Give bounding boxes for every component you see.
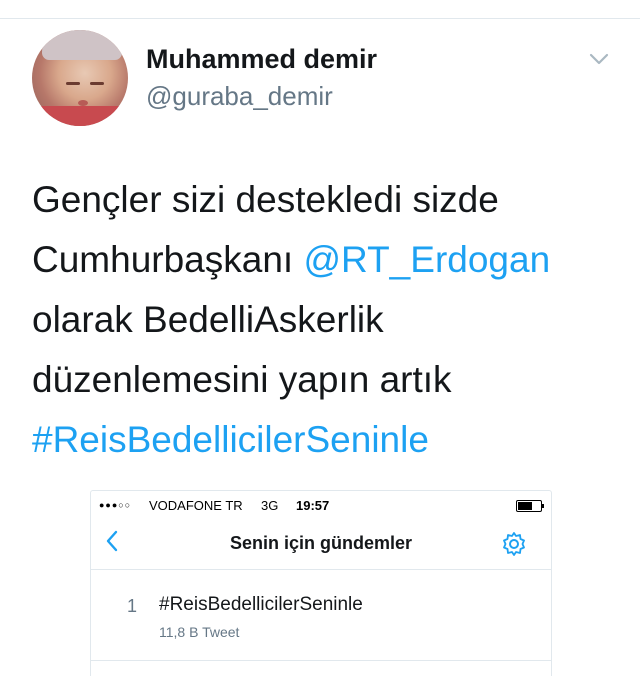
avatar-cloth <box>32 106 128 126</box>
network-type: 3G <box>261 498 279 513</box>
gear-icon[interactable] <box>501 531 527 557</box>
trend-item[interactable]: 1 #ReisBedellicilerSeninle 11,8 B Tweet <box>91 570 551 661</box>
battery-icon <box>516 500 544 512</box>
avatar[interactable] <box>32 30 128 126</box>
avatar-hat <box>42 30 122 60</box>
tweet-line-3: olarak BedelliAskerlik <box>32 299 384 340</box>
tweet-line-1: Gençler sizi destekledi sizde <box>32 179 499 220</box>
avatar-eye-left <box>66 82 80 85</box>
carrier-name: VODAFONE TR <box>149 498 243 513</box>
attached-screenshot[interactable]: ●●●○○ VODAFONE TR 3G 19:57 Senin için gü… <box>90 490 552 676</box>
chevron-down-icon[interactable] <box>589 52 609 66</box>
status-time: 19:57 <box>296 498 330 513</box>
tweet-line-2-prefix: Cumhurbaşkanı <box>32 239 304 280</box>
status-bar: ●●●○○ VODAFONE TR 3G 19:57 <box>91 491 551 519</box>
display-name[interactable]: Muhammed demir <box>146 44 377 75</box>
tweet-text: Gençler sizi destekledi sizde Cumhurbaşk… <box>32 170 612 470</box>
hashtag-link[interactable]: #ReisBedellicilerSeninle <box>32 410 612 470</box>
nav-bar: Senin için gündemler <box>91 519 551 570</box>
trend-rank: 1 <box>127 596 138 616</box>
tweet-line-2: Cumhurbaşkanı @RT_Erdogan <box>32 230 612 290</box>
user-handle[interactable]: @guraba_demir <box>146 81 333 112</box>
signal-icon: ●●●○○ <box>99 500 132 510</box>
trend-count: 11,8 B Tweet <box>159 624 240 640</box>
mention-link[interactable]: @RT_Erdogan <box>303 239 550 280</box>
nav-title: Senin için gündemler <box>229 533 413 553</box>
tweet-line-4: düzenlemesini yapın artık <box>32 359 452 400</box>
trend-tag: #ReisBedellicilerSeninle <box>159 594 363 615</box>
top-divider <box>0 18 640 19</box>
avatar-eye-right <box>90 82 104 85</box>
